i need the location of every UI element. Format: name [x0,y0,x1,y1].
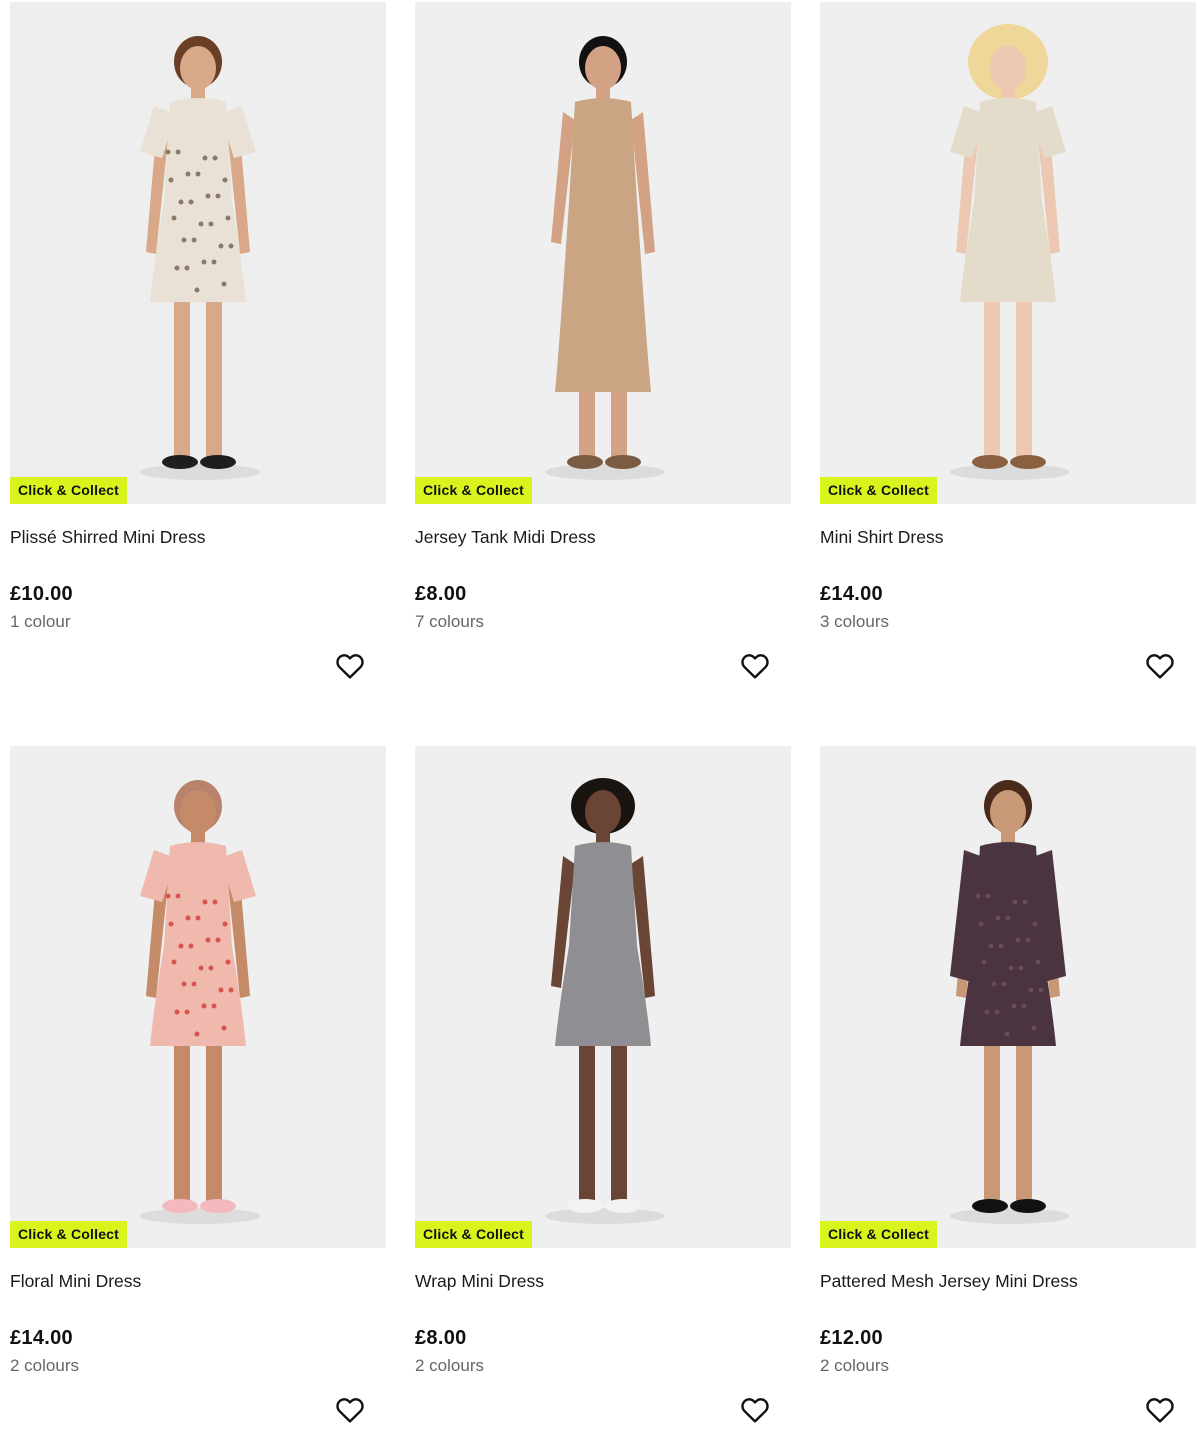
product-card[interactable]: Click & Collect Jersey Tank Midi Dress £… [415,2,791,679]
product-card[interactable]: Click & Collect Plissé Shirred Mini Dres… [10,2,386,679]
click-and-collect-badge: Click & Collect [10,477,128,504]
product-title[interactable]: Pattered Mesh Jersey Mini Dress [820,1270,1196,1292]
product-price: £12.00 [820,1327,883,1349]
product-colour-count: 1 colour [10,612,71,631]
click-and-collect-badge: Click & Collect [415,477,533,504]
product-price: £8.00 [415,1327,467,1349]
click-and-collect-badge: Click & Collect [820,1221,938,1248]
wishlist-heart-button[interactable] [739,1394,771,1426]
click-and-collect-badge: Click & Collect [820,477,938,504]
product-price: £14.00 [10,1327,73,1349]
product-colour-count: 7 colours [415,612,484,631]
heart-icon [741,654,769,679]
product-price: £10.00 [10,583,73,605]
click-and-collect-badge: Click & Collect [415,1221,533,1248]
product-image[interactable]: Click & Collect [820,746,1196,1248]
click-and-collect-badge: Click & Collect [10,1221,128,1248]
product-title[interactable]: Jersey Tank Midi Dress [415,526,791,548]
product-image[interactable]: Click & Collect [10,746,386,1248]
product-colour-count: 2 colours [820,1356,889,1375]
product-card[interactable]: Click & Collect Mini Shirt Dress £14.00 … [820,2,1196,679]
product-card[interactable]: Click & Collect Pattered Mesh Jersey Min… [820,746,1196,1423]
product-title[interactable]: Floral Mini Dress [10,1270,386,1292]
product-colour-count: 2 colours [10,1356,79,1375]
product-photo [10,746,386,1248]
product-price: £8.00 [415,583,467,605]
heart-icon [741,1398,769,1423]
wishlist-heart-button[interactable] [334,650,366,682]
product-image[interactable]: Click & Collect [10,2,386,504]
product-photo [820,2,1196,504]
product-grid: Click & Collect Plissé Shirred Mini Dres… [0,0,1200,1429]
product-photo [10,2,386,504]
product-image[interactable]: Click & Collect [415,746,791,1248]
product-image[interactable]: Click & Collect [820,2,1196,504]
product-photo [820,746,1196,1248]
wishlist-heart-button[interactable] [334,1394,366,1426]
product-price: £14.00 [820,583,883,605]
heart-icon [1146,1398,1174,1423]
product-colour-count: 3 colours [820,612,889,631]
product-title[interactable]: Plissé Shirred Mini Dress [10,526,386,548]
product-title[interactable]: Wrap Mini Dress [415,1270,791,1292]
heart-icon [1146,654,1174,679]
wishlist-heart-button[interactable] [1144,1394,1176,1426]
product-card[interactable]: Click & Collect Floral Mini Dress £14.00… [10,746,386,1423]
product-image[interactable]: Click & Collect [415,2,791,504]
heart-icon [336,1398,364,1423]
wishlist-heart-button[interactable] [739,650,771,682]
product-photo [415,746,791,1248]
product-colour-count: 2 colours [415,1356,484,1375]
product-card[interactable]: Click & Collect Wrap Mini Dress £8.00 2 … [415,746,791,1423]
wishlist-heart-button[interactable] [1144,650,1176,682]
product-photo [415,2,791,504]
product-title[interactable]: Mini Shirt Dress [820,526,1196,548]
heart-icon [336,654,364,679]
